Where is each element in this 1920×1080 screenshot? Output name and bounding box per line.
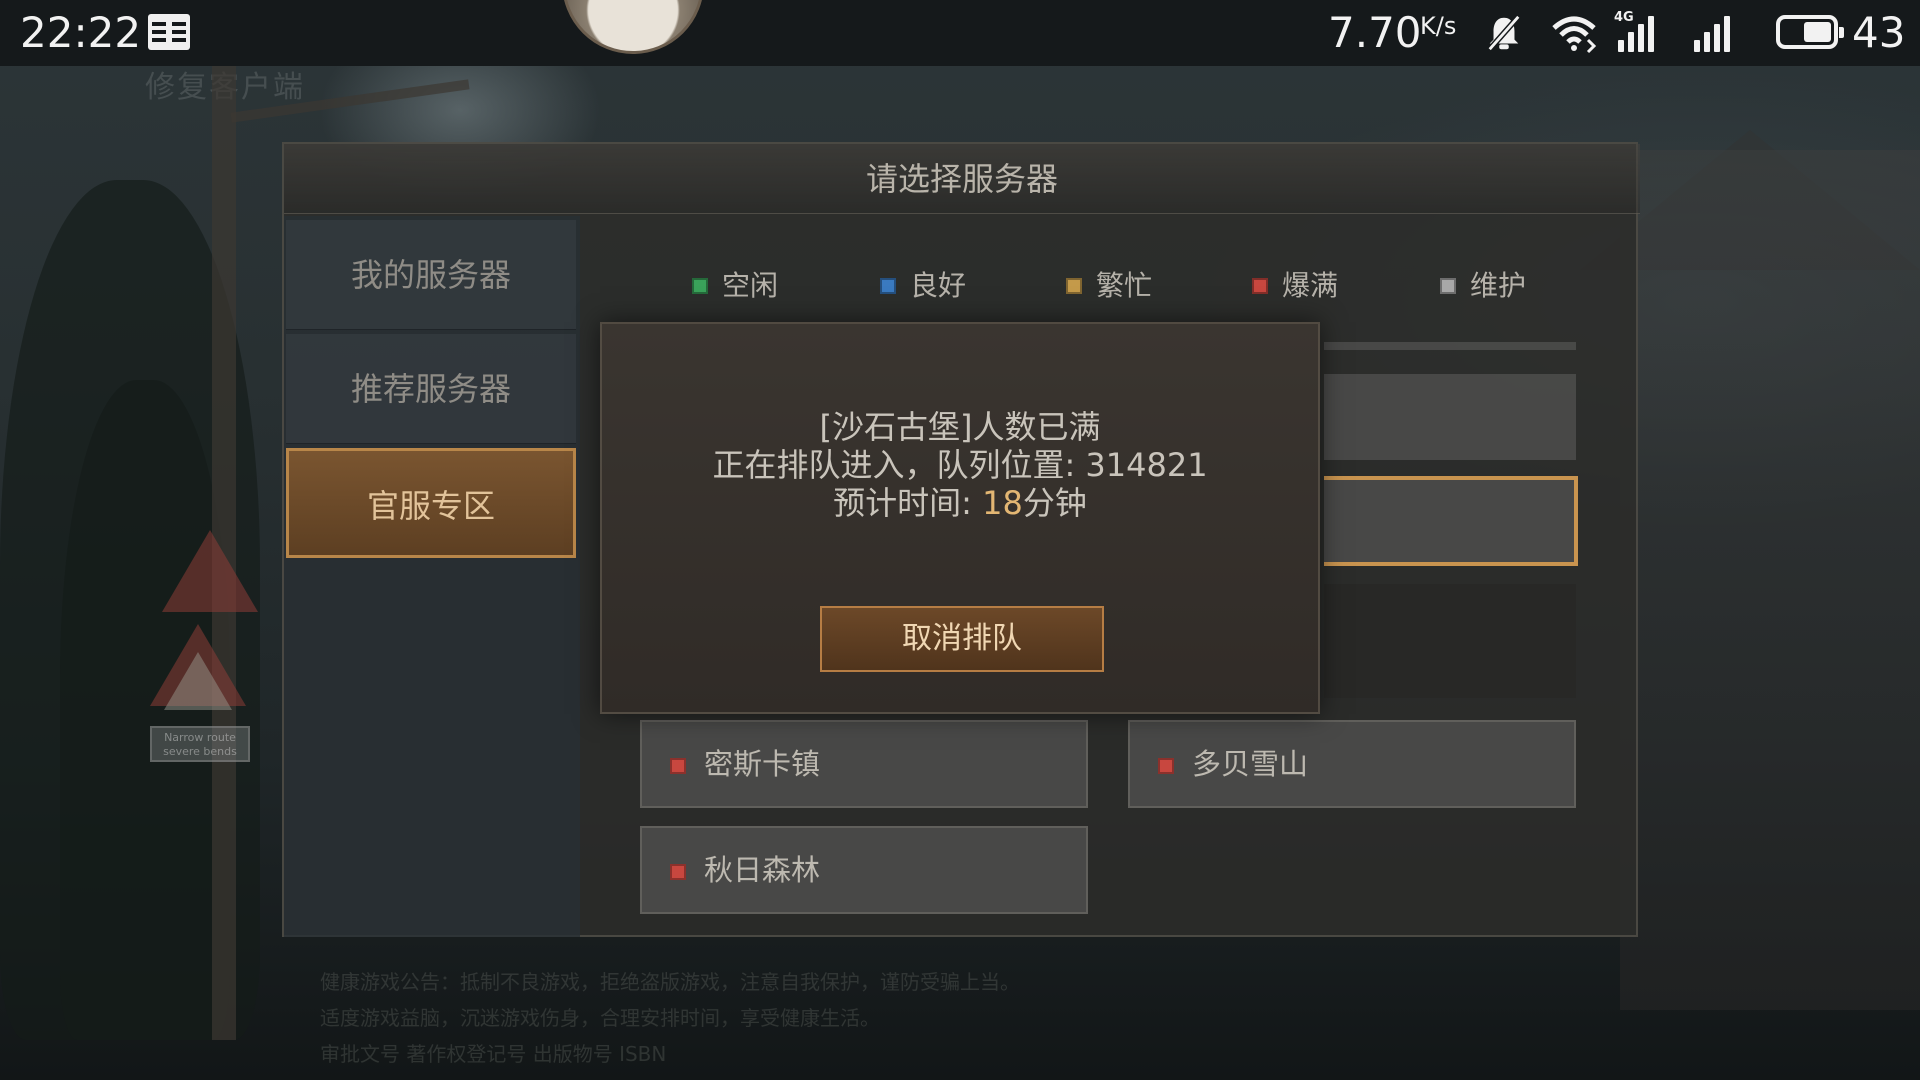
server-card[interactable]: 密斯卡镇 xyxy=(640,720,1088,808)
tab-my-servers[interactable]: 我的服务器 xyxy=(286,220,576,330)
server-card-hidden[interactable] xyxy=(1324,374,1576,460)
eta-prefix: 预计时间: xyxy=(833,484,983,522)
tab-recommended-servers[interactable]: 推荐服务器 xyxy=(286,334,576,444)
mute-bell-icon xyxy=(1487,14,1521,52)
battery-icon xyxy=(1776,15,1844,49)
full-status-icon xyxy=(1252,278,1268,294)
legend-label: 爆满 xyxy=(1282,269,1339,302)
good-status-icon xyxy=(880,278,896,294)
legend-label: 维护 xyxy=(1470,269,1527,302)
server-sidebar: 我的服务器 推荐服务器 官服专区 xyxy=(284,216,580,937)
eta-value: 18 xyxy=(982,484,1023,522)
legend-label: 繁忙 xyxy=(1096,269,1153,302)
cancel-queue-button[interactable]: 取消排队 xyxy=(820,606,1104,672)
warning-sign xyxy=(162,530,258,612)
idle-status-icon xyxy=(692,278,708,294)
busy-status-icon xyxy=(1066,278,1082,294)
legend-maintenance: 维护 xyxy=(1440,266,1526,306)
server-card[interactable]: 秋日森林 xyxy=(640,826,1088,914)
legend-label: 空闲 xyxy=(722,269,779,302)
clock: 22:22 xyxy=(20,8,142,57)
legend-busy: 繁忙 xyxy=(1066,266,1152,306)
server-card-hidden xyxy=(1324,584,1576,698)
road-sign-plate: Narrow route severe bends xyxy=(150,726,250,762)
signal-4g-icon xyxy=(1618,14,1654,52)
footer-line: 审批文号 著作权登记号 出版物号 ISBN xyxy=(320,1042,667,1066)
status-bar: 22:22 7.70 K/s 4G 43 xyxy=(0,0,1920,66)
server-card-selected[interactable] xyxy=(1324,476,1578,566)
queue-eta-text: 预计时间: 18分钟 xyxy=(602,484,1318,522)
queue-position-text: 正在排队进入，队列位置: 314821 xyxy=(712,446,1208,484)
queue-dialog: [沙石古堡]人数已满 正在排队进入，队列位置: 314821 预计时间: 18分… xyxy=(600,322,1320,714)
wifi-icon xyxy=(1552,16,1597,54)
full-status-icon xyxy=(1158,758,1174,774)
signal-icon xyxy=(1694,14,1730,52)
server-name: 密斯卡镇 xyxy=(704,747,821,781)
server-card-edge xyxy=(1324,342,1576,350)
status-legend: 空闲 良好 繁忙 爆满 维护 xyxy=(692,266,1592,306)
server-name: 多贝雪山 xyxy=(1192,747,1309,781)
legend-label: 良好 xyxy=(910,269,967,302)
book-icon xyxy=(148,14,190,50)
maintenance-status-icon xyxy=(1440,278,1456,294)
deer-sign-face xyxy=(164,652,232,710)
full-status-icon xyxy=(670,758,686,774)
full-status-icon xyxy=(670,864,686,880)
panel-title: 请选择服务器 xyxy=(284,144,1640,214)
battery-level: 43 xyxy=(1852,8,1906,57)
house-silhouette xyxy=(1620,150,1920,1010)
avatar[interactable] xyxy=(562,0,704,54)
server-card[interactable]: 多贝雪山 xyxy=(1128,720,1576,808)
eta-suffix: 分钟 xyxy=(1022,484,1087,522)
tree-silhouette xyxy=(60,380,230,1040)
tab-official-servers[interactable]: 官服专区 xyxy=(286,448,576,558)
queue-server-full-text: [沙石古堡]人数已满 xyxy=(819,408,1101,446)
net-speed: 7.70 xyxy=(1328,8,1422,57)
legend-idle: 空闲 xyxy=(692,266,778,306)
legend-good: 良好 xyxy=(880,266,966,306)
net-speed-unit: K/s xyxy=(1420,12,1457,40)
server-name: 秋日森林 xyxy=(704,853,821,887)
footer-line: 健康游戏公告：抵制不良游戏，拒绝盗版游戏，注意自我保护，谨防受骗上当。 xyxy=(320,970,1020,994)
legend-full: 爆满 xyxy=(1252,266,1338,306)
footer-line: 适度游戏益脑，沉迷游戏伤身，合理安排时间，享受健康生活。 xyxy=(320,1006,880,1030)
